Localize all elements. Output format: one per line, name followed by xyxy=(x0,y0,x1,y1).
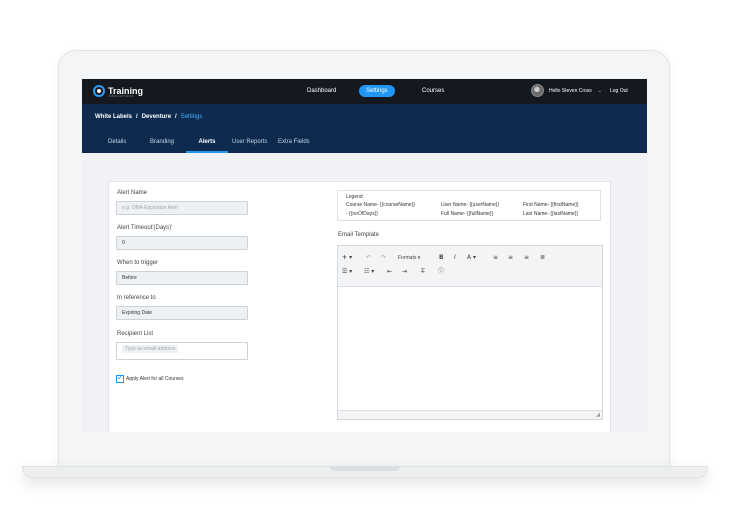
legend-no-of-days: - {{noOfDays}} xyxy=(346,211,378,217)
undo-icon[interactable]: ↶ xyxy=(366,254,371,262)
formats-label: Formats xyxy=(398,255,417,261)
redo-icon[interactable]: ↷ xyxy=(381,254,386,262)
eye-logo-icon xyxy=(93,85,105,97)
alert-name-label: Alert Name xyxy=(117,190,148,196)
nav-settings[interactable]: Settings xyxy=(359,85,395,97)
bold-icon[interactable]: B xyxy=(439,254,444,262)
reference-label: In reference to xyxy=(117,295,156,301)
editor-toolbar: + ▾ ↶ ↷ Formats ▾ B I A ▾ ≡ ≡ ≡ ≣ ☰ ▾ ☷ … xyxy=(338,246,602,287)
align-left-icon[interactable]: ≡ xyxy=(493,254,498,262)
alert-timeout-label: Alert Timeout'(Days)' xyxy=(117,225,173,231)
resize-handle-icon[interactable]: ◢ xyxy=(596,412,600,418)
user-menu[interactable]: Hello Steven Cross ⌄ Log Out xyxy=(531,84,628,97)
alert-form-card: Alert Name e.g. OMA Expiration Alert Ale… xyxy=(108,181,611,432)
clear-format-icon[interactable]: T̶ xyxy=(421,268,425,276)
italic-icon[interactable]: I xyxy=(454,254,456,262)
email-template-label: Email Template xyxy=(338,232,379,238)
recipient-placeholder: Type an email address xyxy=(122,345,179,353)
legend-last-name: Last Name- {{lastName}} xyxy=(523,211,579,217)
when-to-trigger-label: When to trigger xyxy=(117,260,159,266)
apply-all-checkbox[interactable] xyxy=(116,373,124,383)
reference-select[interactable]: Expiring Date xyxy=(116,306,248,320)
tab-branding[interactable]: Branding xyxy=(148,137,176,147)
logout-link[interactable]: Log Out xyxy=(610,88,628,94)
align-center-icon[interactable]: ≡ xyxy=(508,254,513,262)
app-screen: Training INNOVATIONS Dashboard Settings … xyxy=(82,79,647,432)
top-navbar: Training INNOVATIONS Dashboard Settings … xyxy=(82,79,647,104)
chevron-down-icon[interactable]: ⌄ xyxy=(598,88,602,94)
text-color-icon[interactable]: A ▾ xyxy=(467,254,476,262)
tab-alerts[interactable]: Alerts xyxy=(186,137,228,153)
apply-all-row[interactable]: Apply Alert for all Courses xyxy=(116,373,184,383)
laptop-notch xyxy=(330,466,400,471)
user-greeting: Hello Steven Cross xyxy=(549,87,592,94)
legend-title: Legend xyxy=(346,194,363,200)
insert-icon[interactable]: + ▾ xyxy=(342,254,352,262)
legend-full-name: Full Name- {{fullName}} xyxy=(441,211,494,217)
breadcrumb: White Labels / Deventure / Settings xyxy=(95,114,206,120)
breadcrumb-deventure[interactable]: Deventure xyxy=(142,114,171,120)
logo-subtext: INNOVATIONS xyxy=(108,94,134,98)
tab-user-reports[interactable]: User Reports xyxy=(230,137,269,147)
legend-first-name: First Name- {{firstName}} xyxy=(523,202,579,208)
alert-timeout-input[interactable]: 0 xyxy=(116,236,248,250)
outdent-icon[interactable]: ⇤ xyxy=(387,268,392,276)
recipient-list-input[interactable]: Type an email address xyxy=(116,342,248,360)
nav-dashboard[interactable]: Dashboard xyxy=(300,85,343,97)
alert-name-input[interactable]: e.g. OMA Expiration Alert xyxy=(116,201,248,215)
page-header: White Labels / Deventure / Settings Deta… xyxy=(82,104,647,153)
legend-course-name: Course Name- {{courseName}} xyxy=(346,202,415,208)
breadcrumb-separator: / xyxy=(175,114,177,120)
align-justify-icon[interactable]: ≣ xyxy=(540,254,545,262)
indent-icon[interactable]: ⇥ xyxy=(402,268,407,276)
recipient-list-label: Recipient List xyxy=(117,331,154,337)
legend-box: Legend Course Name- {{courseName}} User … xyxy=(337,190,601,221)
formats-dropdown[interactable]: Formats ▾ xyxy=(398,254,420,262)
tab-details[interactable]: Details xyxy=(106,137,128,147)
editor-statusbar: ◢ xyxy=(338,410,602,419)
align-right-icon[interactable]: ≡ xyxy=(524,254,529,262)
legend-user-name: User Name- {{userName}} xyxy=(441,202,500,208)
numbered-list-icon[interactable]: ☷ ▾ xyxy=(364,268,374,276)
settings-tabs: Details Branding Alerts User Reports Ext… xyxy=(82,137,647,153)
breadcrumb-settings: Settings xyxy=(180,114,203,120)
tab-extra-fields[interactable]: Extra Fields xyxy=(276,137,312,147)
breadcrumb-separator: / xyxy=(136,114,138,120)
apply-all-label: Apply Alert for all Courses xyxy=(126,376,184,382)
bullet-list-icon[interactable]: ☰ ▾ xyxy=(342,268,352,276)
breadcrumb-white-labels[interactable]: White Labels xyxy=(95,114,132,120)
email-template-editor[interactable]: + ▾ ↶ ↷ Formats ▾ B I A ▾ ≡ ≡ ≡ ≣ ☰ ▾ ☷ … xyxy=(337,245,603,420)
when-to-trigger-select[interactable]: Before xyxy=(116,271,248,285)
nav-courses[interactable]: Courses xyxy=(415,85,451,97)
avatar xyxy=(531,84,544,97)
help-icon[interactable]: ⓘ xyxy=(438,268,444,276)
